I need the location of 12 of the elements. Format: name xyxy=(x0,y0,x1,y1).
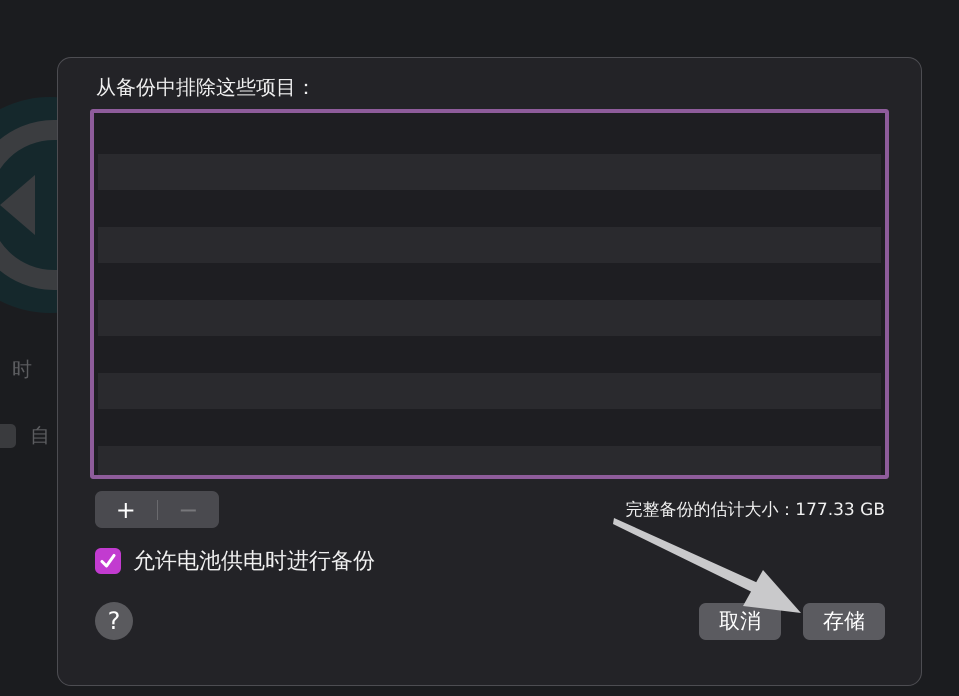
backup-size-label: 完整备份的估计大小：177.33 GB xyxy=(625,499,885,521)
section-label: 时 xyxy=(12,356,32,383)
help-button[interactable]: ? xyxy=(95,602,133,640)
checkmark-icon xyxy=(99,552,117,570)
exclusion-list[interactable] xyxy=(90,109,889,479)
checkbox-label: 自 xyxy=(30,422,50,449)
add-button[interactable]: + xyxy=(95,491,156,528)
checkbox-label: 允许电池供电时进行备份 xyxy=(133,548,375,576)
checkbox[interactable] xyxy=(95,548,121,574)
dialog-title: 从备份中排除这些项目： xyxy=(96,74,317,101)
save-button[interactable]: 存储 xyxy=(803,602,885,640)
cancel-button[interactable]: 取消 xyxy=(699,602,781,640)
